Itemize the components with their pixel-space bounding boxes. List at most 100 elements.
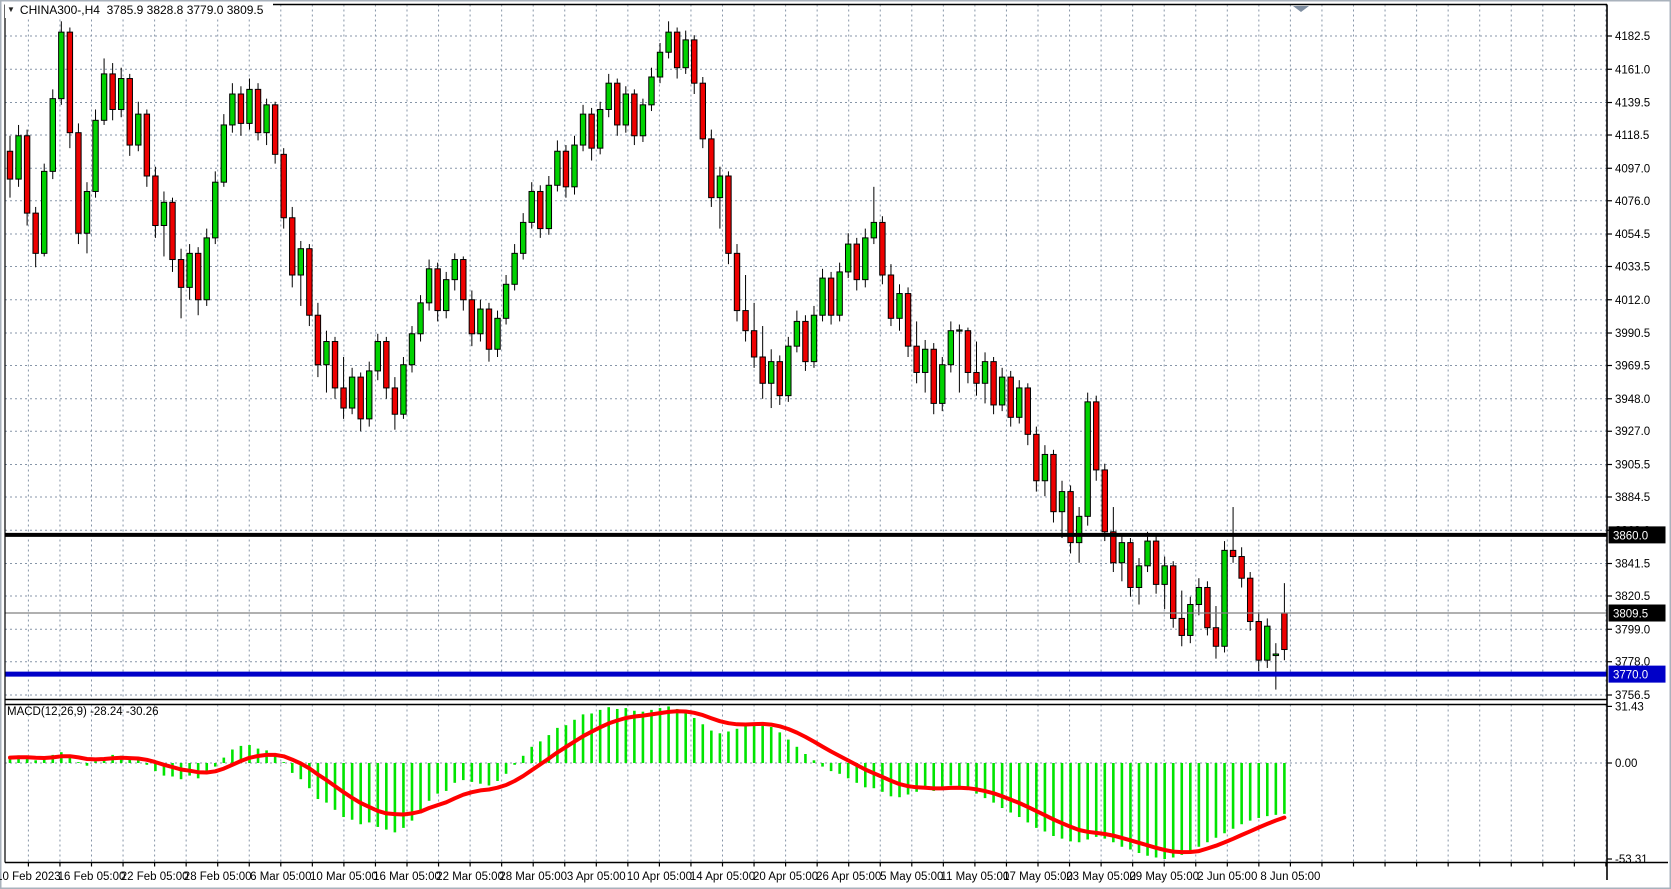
candlestick (837, 272, 842, 315)
svg-text:17 May 05:00: 17 May 05:00 (1003, 871, 1073, 883)
candlestick (863, 238, 868, 280)
price-label-3809.5: 3809.5 (1609, 605, 1666, 622)
candlestick (1247, 578, 1252, 621)
candlestick (307, 249, 312, 316)
candlestick (760, 357, 765, 383)
svg-text:3 Apr 05:00: 3 Apr 05:00 (567, 871, 626, 883)
svg-text:3799.0: 3799.0 (1615, 624, 1650, 636)
candlestick (811, 315, 816, 361)
svg-text:16 Feb 05:00: 16 Feb 05:00 (58, 871, 126, 883)
candlestick (461, 260, 466, 300)
candlestick (1196, 587, 1201, 604)
candlestick (204, 238, 209, 300)
svg-text:4139.5: 4139.5 (1615, 98, 1650, 110)
candlestick (957, 330, 962, 331)
candlestick (298, 249, 303, 275)
candlestick (1256, 622, 1261, 661)
candlestick (615, 83, 620, 125)
svg-text:2 Jun 05:00: 2 Jun 05:00 (1197, 871, 1257, 883)
candlestick (230, 94, 235, 125)
svg-text:28 Feb 05:00: 28 Feb 05:00 (184, 871, 252, 883)
candlestick (42, 171, 47, 253)
candlestick (341, 388, 346, 408)
candlestick (161, 202, 166, 225)
candlestick (59, 32, 64, 99)
candlestick (409, 334, 414, 365)
svg-text:26 Apr 05:00: 26 Apr 05:00 (816, 871, 881, 883)
candlestick (940, 365, 945, 404)
candlestick (1205, 587, 1210, 627)
svg-text:4161.0: 4161.0 (1615, 64, 1650, 76)
candlestick (649, 77, 654, 105)
candlestick (666, 32, 671, 52)
candlestick (375, 342, 380, 371)
candlestick (1222, 550, 1227, 646)
candlestick (512, 253, 517, 284)
candlestick (914, 346, 919, 372)
candlestick (127, 79, 132, 146)
candlestick (247, 89, 252, 123)
candlestick (486, 309, 491, 349)
candlestick (426, 269, 431, 303)
svg-text:29 May 05:00: 29 May 05:00 (1129, 871, 1199, 883)
candlestick (1051, 454, 1056, 511)
svg-text:3756.5: 3756.5 (1615, 690, 1650, 702)
svg-text:10 Mar 05:00: 10 Mar 05:00 (310, 871, 378, 883)
candlestick (1025, 388, 1030, 434)
candlestick (974, 372, 979, 383)
candlestick (982, 362, 987, 384)
candlestick (24, 136, 29, 213)
svg-text:3809.5: 3809.5 (1613, 609, 1648, 621)
svg-text:10 Apr 05:00: 10 Apr 05:00 (627, 871, 692, 883)
svg-text:8 Jun 05:00: 8 Jun 05:00 (1260, 871, 1320, 883)
candlestick (743, 311, 748, 331)
candlestick (392, 388, 397, 414)
candlestick (1188, 605, 1193, 636)
candlestick (1094, 402, 1099, 470)
chart-canvas[interactable]: 4182.54161.04139.54118.54097.04076.04054… (0, 0, 1671, 889)
svg-text:5 May 05:00: 5 May 05:00 (880, 871, 943, 883)
candlestick (563, 151, 568, 187)
candlestick (845, 244, 850, 272)
svg-text:0.00: 0.00 (1615, 758, 1637, 770)
candlestick (1230, 550, 1235, 556)
candlestick (136, 114, 141, 145)
svg-text:31.43: 31.43 (1615, 701, 1644, 713)
candlestick (1145, 541, 1150, 566)
candlestick (349, 377, 354, 408)
svg-text:3770.0: 3770.0 (1613, 670, 1648, 682)
candlestick (153, 176, 158, 226)
candlestick (1128, 543, 1133, 588)
candlestick (1119, 543, 1124, 563)
candlestick (469, 300, 474, 334)
candlestick (1153, 541, 1158, 584)
svg-text:3905.5: 3905.5 (1615, 460, 1650, 472)
candlestick (324, 342, 329, 365)
candlestick (281, 154, 286, 217)
candlestick (255, 89, 260, 132)
candlestick (623, 94, 628, 125)
candlestick (67, 32, 72, 133)
candlestick (187, 253, 192, 287)
candlestick (546, 185, 551, 228)
candlestick (905, 294, 910, 347)
svg-text:4097.0: 4097.0 (1615, 163, 1650, 175)
candlestick (657, 52, 662, 77)
candlestick (1008, 377, 1013, 417)
symbol-dropdown-icon[interactable]: ▼ (7, 6, 15, 14)
candlestick (315, 315, 320, 365)
candlestick (238, 94, 243, 123)
svg-text:-53.31: -53.31 (1615, 854, 1648, 866)
candlestick (828, 278, 833, 315)
candlestick (820, 278, 825, 315)
candlestick (922, 349, 927, 372)
svg-text:4182.5: 4182.5 (1615, 31, 1650, 43)
svg-text:3860.0: 3860.0 (1613, 530, 1648, 542)
candlestick (999, 377, 1004, 405)
candlestick (221, 125, 226, 182)
candlestick (418, 303, 423, 334)
svg-text:14 Apr 05:00: 14 Apr 05:00 (690, 871, 755, 883)
candlestick (84, 191, 89, 233)
candlestick (751, 331, 756, 357)
svg-text:4076.0: 4076.0 (1615, 196, 1650, 208)
